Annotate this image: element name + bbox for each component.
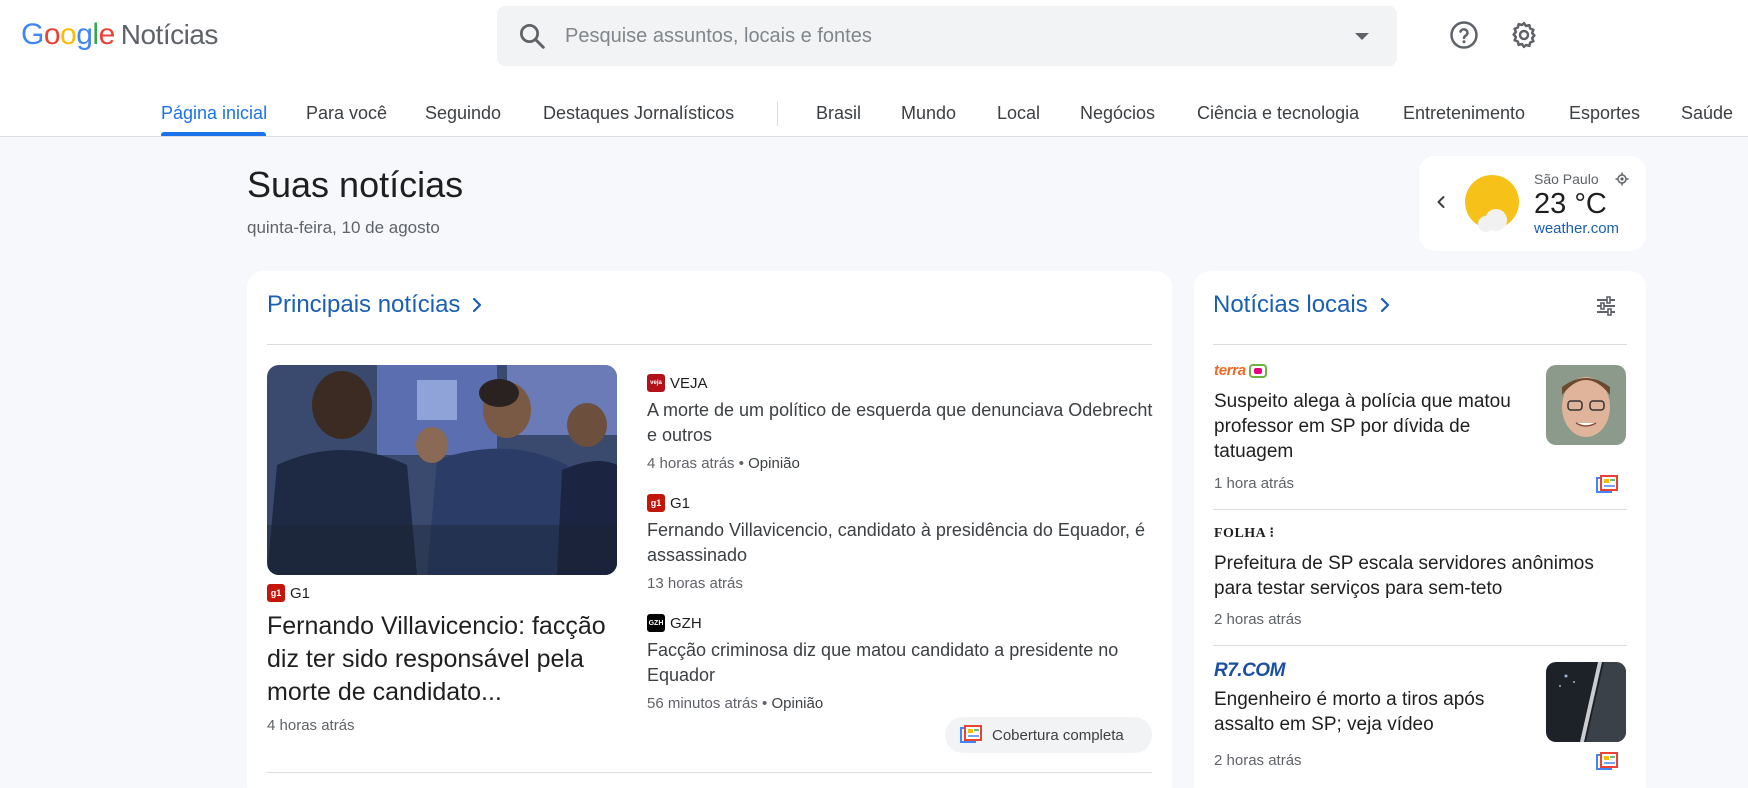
location-icon[interactable] (1615, 172, 1629, 186)
logo-letter: o (43, 18, 61, 51)
tab-negocios[interactable]: Negócios (1080, 103, 1155, 124)
full-coverage-icon[interactable] (1596, 475, 1618, 495)
local-news-heading[interactable]: Notícias locais (1213, 291, 1392, 319)
chevron-down-icon[interactable] (1355, 33, 1369, 40)
tab-para-voce[interactable]: Para você (306, 103, 387, 124)
tab-entretenimento[interactable]: Entretenimento (1403, 103, 1525, 124)
story-time: 13 horas atrás (647, 575, 743, 592)
source-name: R7.COM (1214, 660, 1285, 681)
full-coverage-button[interactable]: Cobertura completa (945, 717, 1152, 753)
hero-story-image[interactable] (267, 365, 617, 575)
local-news-heading-label: Notícias locais (1213, 291, 1368, 318)
tab-esportes[interactable]: Esportes (1569, 103, 1640, 124)
hero-story-title[interactable]: Fernando Villavicencio: facção diz ter s… (267, 610, 612, 709)
source-name: FOLHA (1214, 526, 1266, 541)
tab-mundo[interactable]: Mundo (901, 103, 956, 124)
card-divider (1213, 509, 1627, 510)
story-source: veja VEJA (647, 374, 708, 392)
tab-saude[interactable]: Saúde (1681, 103, 1733, 124)
opinion-tag: Opinião (748, 455, 800, 472)
local-story-thumbnail[interactable] (1546, 662, 1626, 742)
hero-source: g1 G1 (267, 584, 310, 602)
card-divider (1213, 344, 1627, 345)
g1-logo: g1 (267, 584, 285, 602)
story-time: 4 horas atrás (267, 717, 355, 734)
tune-icon[interactable] (1595, 295, 1617, 317)
g1-logo: g1 (647, 494, 665, 512)
local-story-title[interactable]: Prefeitura de SP escala servidores anôni… (1214, 551, 1624, 601)
weather-city: São Paulo (1534, 171, 1599, 187)
tab-brasil[interactable]: Brasil (816, 103, 861, 124)
story-time: 4 horas atrás (647, 455, 735, 472)
nav-divider (777, 102, 778, 126)
logo-letter: G (21, 18, 44, 51)
story-meta: 4 horas atrás • Opinião (647, 455, 800, 472)
local-news-card: Notícias locais terra Suspeito alega à p… (1194, 271, 1646, 788)
help-icon[interactable] (1449, 20, 1479, 50)
card-divider (1213, 645, 1627, 646)
sun-icon (1464, 174, 1522, 232)
card-divider (267, 344, 1152, 345)
search-bar[interactable] (497, 6, 1397, 66)
weather-widget: São Paulo 23 °C weather.com (1419, 156, 1646, 251)
local-story-title[interactable]: Engenheiro é morto a tiros após assalto … (1214, 687, 1534, 737)
top-stories-card: Principais notícias g1 G1 Fernando Villa… (247, 271, 1172, 788)
gzh-logo: GZH (647, 614, 665, 632)
weather-temperature: 23 °C (1534, 188, 1607, 220)
gear-icon[interactable] (1509, 20, 1539, 50)
story-source: g1 G1 (647, 494, 690, 512)
tab-ciencia-e-tecnologia[interactable]: Ciência e tecnologia (1197, 103, 1359, 124)
card-divider (267, 772, 1152, 773)
story-source: GZH GZH (647, 614, 702, 632)
section-nav: Página inicial Para você Seguindo Destaq… (0, 92, 1748, 137)
logo-letter: o (60, 18, 77, 51)
page-date: quinta-feira, 10 de agosto (247, 218, 440, 237)
story-meta: 56 minutos atrás • Opinião (647, 695, 824, 712)
story-title[interactable]: A morte de um político de esquerda que d… (647, 398, 1157, 448)
full-coverage-label: Cobertura completa (992, 726, 1124, 744)
search-icon[interactable] (517, 21, 547, 51)
story-time: 2 horas atrás (1214, 752, 1302, 769)
top-header: Google Notícias Página inicial Para você… (0, 0, 1748, 137)
source-name: G1 (670, 494, 691, 512)
story-title[interactable]: Fernando Villavicencio, candidato à pres… (647, 518, 1157, 568)
source-name: GZH (670, 614, 702, 632)
full-coverage-icon (960, 725, 982, 743)
folha-logo: FOLHA ⁝ (1214, 526, 1275, 541)
source-name: terra (1214, 362, 1246, 379)
logo-letter: g (76, 18, 93, 51)
tab-pagina-inicial[interactable]: Página inicial (161, 103, 267, 124)
top-stories-heading-label: Principais notícias (267, 291, 461, 318)
source-name: G1 (290, 584, 311, 602)
chevron-right-icon (1380, 297, 1389, 313)
google-news-logo[interactable]: Google Notícias (21, 18, 218, 52)
full-coverage-icon[interactable] (1596, 752, 1618, 772)
search-input[interactable] (565, 24, 1335, 48)
top-stories-heading[interactable]: Principais notícias (267, 291, 484, 319)
tab-destaques-jornalisticos[interactable]: Destaques Jornalísticos (543, 103, 734, 124)
logo-letter: e (98, 18, 116, 51)
story-time: 1 hora atrás (1214, 475, 1295, 492)
active-tab-indicator (161, 132, 266, 136)
tab-local[interactable]: Local (997, 103, 1040, 124)
chevron-right-icon (473, 297, 482, 313)
product-name: Notícias (120, 19, 219, 50)
chevron-left-icon[interactable] (1431, 192, 1451, 212)
local-story-thumbnail[interactable] (1546, 365, 1626, 445)
opinion-tag: Opinião (771, 695, 824, 712)
local-story-title[interactable]: Suspeito alega à polícia que matou profe… (1214, 389, 1534, 464)
weather-source-link[interactable]: weather.com (1534, 220, 1619, 237)
tab-seguindo[interactable]: Seguindo (425, 103, 501, 124)
r7-logo: R7.COM (1214, 660, 1285, 682)
story-title[interactable]: Facção criminosa diz que matou candidato… (647, 638, 1157, 688)
story-time: 2 horas atrás (1214, 611, 1302, 628)
page-title: Suas notícias (247, 164, 464, 205)
story-time: 56 minutos atrás (647, 695, 758, 712)
veja-logo: veja (647, 374, 665, 392)
source-name: VEJA (670, 374, 708, 392)
terra-logo: terra (1214, 362, 1267, 379)
